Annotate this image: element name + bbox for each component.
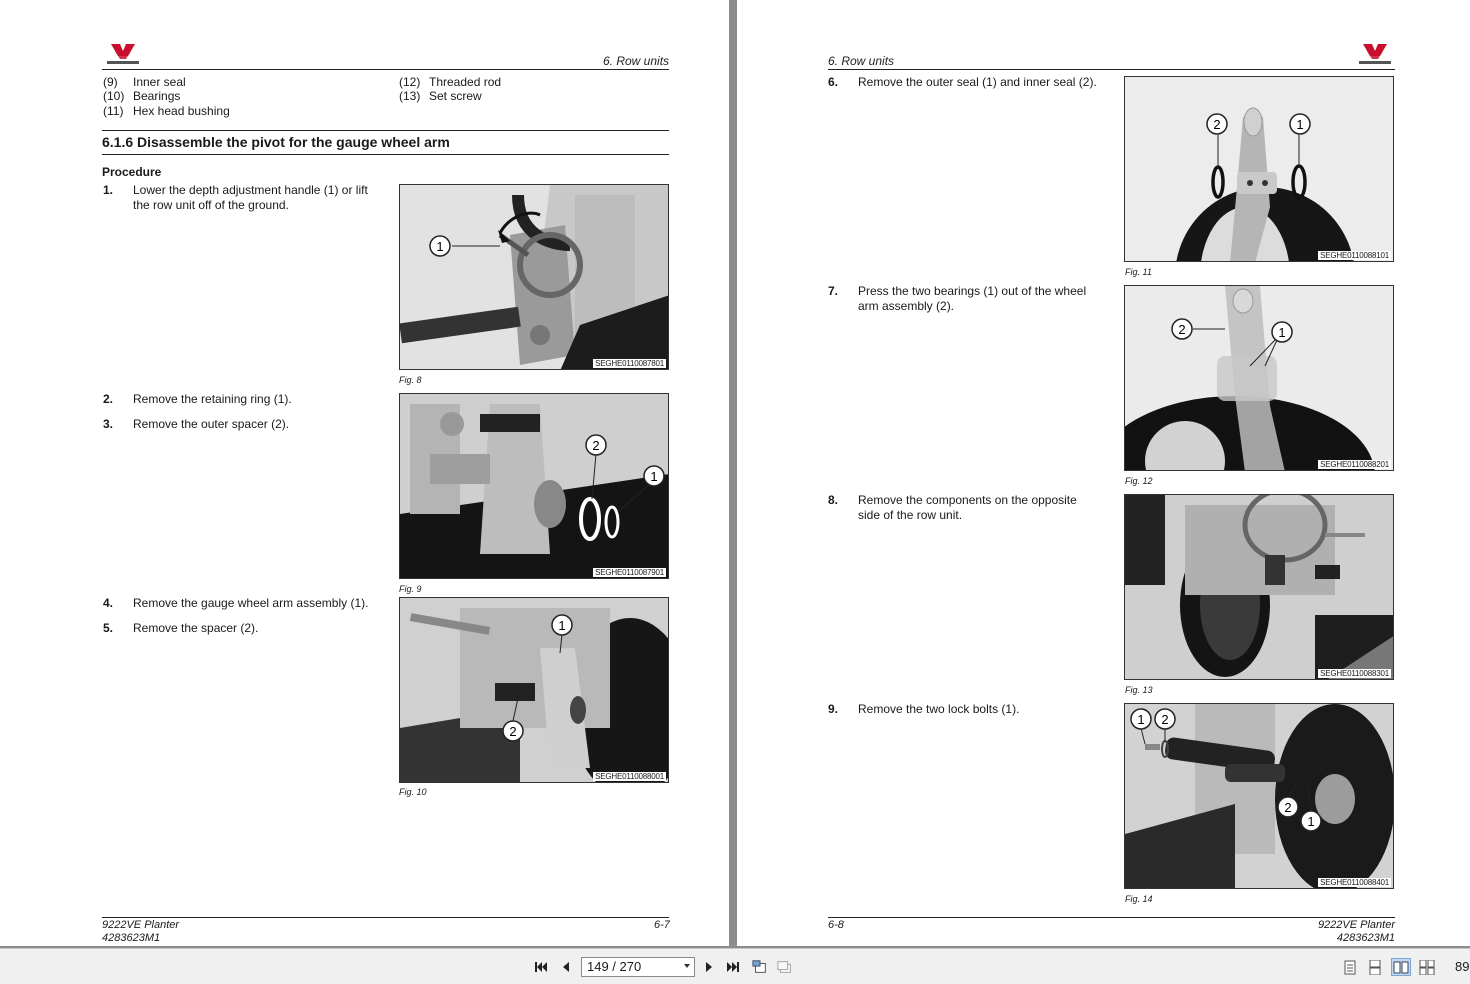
svg-text:2: 2 (1161, 712, 1168, 727)
figure-11-image: 2 1 SEGHE0110088101 (1124, 76, 1394, 262)
step-2: 2. Remove the retaining ring (1). (103, 392, 292, 406)
figure-14-image: 1 2 2 1 SEGHE0110088401 (1124, 703, 1394, 889)
step-9: 9. Remove the two lock bolts (1). (828, 702, 1020, 716)
legend-col-1: (9) Inner seal (10) Bearings (11) Hex head … (103, 75, 230, 118)
figure-code: SEGHE0110088101 (1318, 251, 1391, 260)
legend-item: (13) Set screw (399, 89, 482, 104)
continuous-facing-icon[interactable] (1417, 958, 1437, 976)
page-number-select[interactable]: 149 / 270 (581, 957, 695, 977)
continuous-icon[interactable] (1365, 958, 1385, 976)
footer-page-number: 6-8 (828, 919, 844, 931)
figure-code: SEGHE0110088401 (1318, 878, 1391, 887)
step-8: 8. Remove the components on the opposite … (828, 493, 1077, 522)
prev-page-icon[interactable] (558, 959, 574, 975)
figure-code: SEGHE0110087801 (593, 359, 666, 368)
footer-right: 9222VE Planter 4283623M1 (1317, 919, 1395, 944)
step-5: 5. Remove the spacer (2). (103, 621, 259, 635)
figure-code: SEGHE0110088001 (593, 772, 666, 781)
step-7: 7. Press the two bearings (1) out of the … (828, 284, 1087, 313)
figure-12-caption: Fig. 12 (1125, 476, 1153, 486)
legend-item: (11) Hex head bushing (103, 103, 230, 118)
page-left: 6. Row units (9) Inner seal (10) Bearings … (0, 0, 729, 946)
facing-icon[interactable] (1391, 958, 1411, 976)
section-header: 6. Row units (603, 54, 670, 68)
legend-item: (12) Threaded rod (399, 75, 502, 89)
header-rule (828, 69, 1395, 70)
callout-1: 1 (436, 239, 443, 254)
figure-10-caption: Fig. 10 (399, 787, 427, 797)
header-rule (102, 69, 669, 70)
svg-text:2: 2 (1284, 800, 1291, 815)
legend-item: (10) Bearings (103, 89, 181, 104)
svg-text:1: 1 (1296, 117, 1303, 132)
brand-logo (1358, 42, 1392, 66)
procedure-label: Procedure (102, 165, 162, 179)
last-page-icon[interactable] (725, 959, 741, 975)
fit-page-icon[interactable] (752, 959, 768, 975)
figure-11-caption: Fig. 11 (1125, 267, 1152, 277)
first-page-icon[interactable] (533, 959, 549, 975)
figure-14-caption: Fig. 14 (1125, 894, 1153, 904)
figure-9-caption: Fig. 9 (399, 584, 422, 594)
footer-rule (102, 917, 669, 918)
svg-text:2: 2 (1213, 117, 1220, 132)
step-1: 1. Lower the depth adjustment handle (1) … (103, 183, 368, 212)
section-header: 6. Row units (828, 54, 895, 68)
figure-code: SEGHE0110088201 (1318, 460, 1391, 469)
page-right: 6. Row units 6. Remove the outer seal (1)… (737, 0, 1470, 946)
figure-8-image: 1 SEGHE0110087801 (399, 184, 669, 370)
svg-text:1: 1 (1307, 814, 1314, 829)
legend-item: (9) Inner seal (103, 75, 186, 89)
figure-code: SEGHE0110088301 (1318, 669, 1391, 678)
svg-text:2: 2 (592, 438, 599, 453)
heading-rule-bottom (102, 154, 669, 155)
heading-rule-top (102, 130, 669, 131)
chevron-down-icon (684, 964, 690, 968)
brand-logo (106, 42, 140, 66)
step-6: 6. Remove the outer seal (1) and inner se… (828, 75, 1097, 89)
svg-text:1: 1 (1137, 712, 1144, 727)
svg-text:1: 1 (558, 618, 565, 633)
step-3: 3. Remove the outer spacer (2). (103, 417, 290, 431)
figure-8-caption: Fig. 8 (399, 375, 422, 385)
footer-page-number: 6-7 (654, 919, 670, 931)
legend-col-2: (12) Threaded rod (13) Set screw (399, 75, 501, 104)
svg-text:1: 1 (1278, 325, 1285, 340)
section-heading: 6.1.6 Disassemble the pivot for the gaug… (102, 134, 450, 150)
zoom-level[interactable]: 89 (1455, 959, 1469, 974)
footer-rule (828, 917, 1395, 918)
svg-text:2: 2 (1178, 322, 1185, 337)
figure-10-image: 1 2 SEGHE0110088001 (399, 597, 669, 783)
fit-width-icon[interactable] (777, 959, 793, 975)
svg-text:1: 1 (650, 469, 657, 484)
figure-13-image: SEGHE0110088301 (1124, 494, 1394, 680)
figure-13-caption: Fig. 13 (1125, 685, 1153, 695)
next-page-icon[interactable] (701, 959, 717, 975)
figure-12-image: 2 1 SEGHE0110088201 (1124, 285, 1394, 471)
figure-9-image: 2 1 SEGHE0110087901 (399, 393, 669, 579)
figure-code: SEGHE0110087901 (593, 568, 666, 577)
document-viewer: 6. Row units (9) Inner seal (10) Bearings … (0, 0, 1470, 948)
footer-left: 9222VE Planter 4283623M1 (102, 919, 180, 944)
svg-text:2: 2 (509, 724, 516, 739)
step-4: 4. Remove the gauge wheel arm assembly (1… (103, 596, 369, 610)
single-page-icon[interactable] (1340, 958, 1360, 976)
